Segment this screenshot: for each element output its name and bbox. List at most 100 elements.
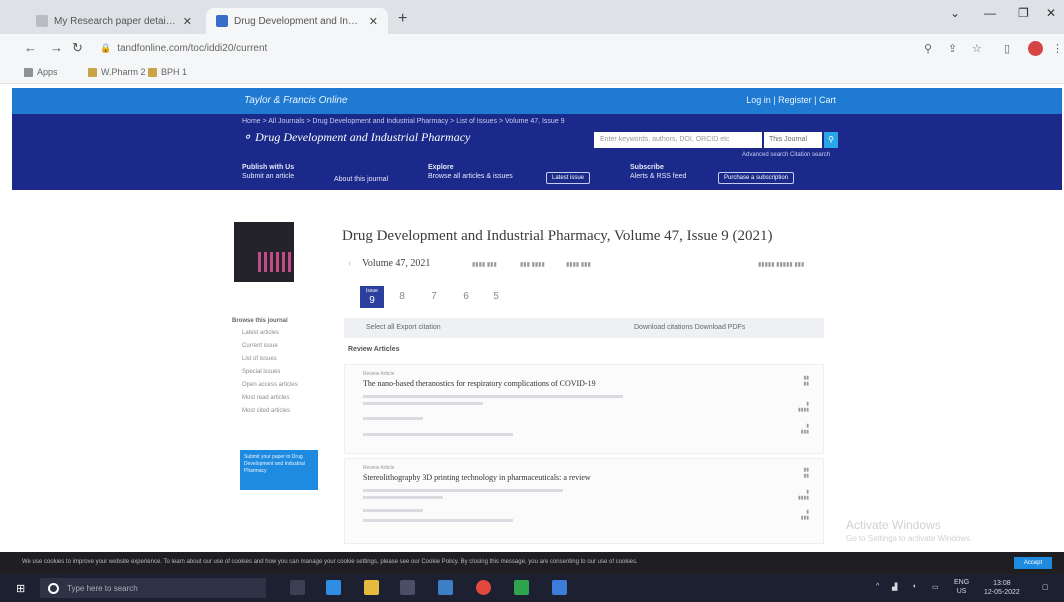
sidebar-heading: Browse this journal (232, 318, 288, 324)
word-icon[interactable] (552, 580, 567, 595)
sidebar-item-most-cited[interactable]: Most cited articles (242, 408, 298, 414)
profile-avatar[interactable] (1028, 41, 1043, 56)
reload-icon[interactable]: ↻ (72, 40, 83, 56)
address-bar[interactable]: 🔒 tandfonline.com/toc/iddi20/current (92, 38, 912, 58)
app-icon[interactable] (438, 580, 453, 595)
bookmark-label: BPH 1 (161, 67, 188, 77)
tab-drug-development[interactable]: Drug Development and Industri... ✕ (206, 8, 388, 34)
language-indicator[interactable]: ENG US (954, 578, 969, 596)
forward-icon[interactable]: → (50, 40, 63, 55)
tab-research-paper[interactable]: My Research paper details - ResuR... ✕ (26, 8, 202, 34)
bookmark-bph[interactable]: BPH 1 (148, 67, 187, 77)
nav-heading: Subscribe (630, 164, 664, 171)
chrome-icon[interactable] (476, 580, 491, 595)
article-altmetric: ▮ ▮▮▮ (800, 423, 809, 435)
sidebar-item-open-access[interactable]: Open access articles (242, 382, 298, 388)
submit-paper-promo[interactable]: Submit your paper to Drug Development an… (240, 450, 318, 490)
article-card[interactable]: Review Article Stereolithography 3D prin… (344, 458, 824, 544)
download-options[interactable]: Download citations Download PDFs (634, 324, 745, 331)
issue-tab-8[interactable]: 8 (390, 286, 414, 308)
zoom-icon[interactable]: ⚲ (924, 42, 932, 55)
article-published (363, 417, 423, 420)
folder-icon (88, 67, 97, 77)
star-icon[interactable]: ☆ (972, 42, 982, 55)
article-citations: ▮ ▮▮▮▮ (797, 401, 809, 413)
taskbar-search-placeholder: Type here to search (67, 583, 138, 593)
issue-tab-5[interactable]: 5 (484, 286, 508, 308)
sidebar-item-most-read[interactable]: Most read articles (242, 395, 298, 401)
back-icon[interactable]: ← (24, 40, 37, 55)
bookmark-label: Apps (37, 67, 58, 77)
journal-header: Home > All Journals > Drug Development a… (12, 114, 1062, 190)
apps-icon (24, 67, 33, 77)
folder-icon (148, 67, 157, 77)
url-text: tandfonline.com/toc/iddi20/current (117, 42, 268, 54)
journal-title[interactable]: ⚬ Drug Development and Industrial Pharma… (242, 130, 470, 145)
sidebar-item-list[interactable]: List of issues (242, 356, 298, 362)
sidebar-item-special[interactable]: Special issues (242, 369, 298, 375)
reading-list-icon[interactable]: ▯ (1004, 42, 1010, 55)
bookmark-apps[interactable]: Apps (24, 67, 58, 77)
issue-tab-6[interactable]: 6 (454, 286, 478, 308)
nav-link-browse[interactable]: Browse all articles & issues (428, 173, 513, 180)
bookmark-wpharm[interactable]: W.Pharm 2 (88, 67, 146, 77)
restore-button[interactable]: ❐ (1018, 6, 1029, 20)
new-tab-button[interactable]: + (398, 10, 407, 28)
edge-icon[interactable] (326, 580, 341, 595)
select-all-export[interactable]: Select all Export citation (366, 324, 441, 331)
share-icon[interactable]: ⇪ (948, 42, 957, 55)
clock[interactable]: 13:08 12-05-2022 (984, 579, 1020, 597)
taskbar-search-input[interactable]: Type here to search (40, 578, 266, 598)
menu-icon[interactable]: ⋮ (1052, 42, 1063, 55)
search-input[interactable]: Enter keywords, authors, DOI, ORCID etc (594, 132, 762, 148)
breadcrumb[interactable]: Home > All Journals > Drug Development a… (242, 118, 565, 125)
article-metrics: ▮▮ ▮▮ (803, 467, 809, 479)
nav-link-alerts[interactable]: Alerts & RSS feed (630, 173, 686, 180)
advanced-search-link[interactable]: Advanced search Citation search (742, 152, 830, 158)
network-icon[interactable]: ▟ (892, 583, 897, 591)
site-logo[interactable]: Taylor & Francis Online (244, 95, 348, 106)
issue-tab-7[interactable]: 7 (422, 286, 446, 308)
tab-favicon-icon (216, 15, 228, 27)
issue-tab-9[interactable]: Issue 9 (360, 286, 384, 308)
nav-heading: Publish with Us (242, 164, 295, 171)
tab-search-icon[interactable]: ⌄ (950, 6, 960, 20)
minimize-button[interactable]: — (984, 6, 996, 20)
article-actions[interactable] (363, 433, 513, 436)
close-tab-icon[interactable]: ✕ (369, 15, 378, 28)
tray-chevron-icon[interactable]: ^ (876, 583, 879, 590)
excel-icon[interactable] (514, 580, 529, 595)
nav-link-about[interactable]: About this journal (334, 176, 388, 183)
latest-issue-button[interactable]: Latest issue (546, 172, 591, 184)
notifications-icon[interactable]: ▢ (1042, 583, 1049, 591)
chevron-left-icon[interactable]: ‹ (348, 258, 351, 269)
journal-cover-image[interactable] (234, 222, 294, 282)
volume-meta-right: ▮▮▮▮▮ ▮▮▮▮▮ ▮▮▮ (758, 262, 805, 268)
close-tab-icon[interactable]: ✕ (183, 15, 192, 28)
article-card[interactable]: Review Article The nano-based theranosti… (344, 364, 824, 454)
article-title[interactable]: The nano-based theranostics for respirat… (363, 379, 596, 388)
task-view-icon[interactable] (290, 580, 305, 595)
article-actions[interactable] (363, 519, 513, 522)
clock-date: 12-05-2022 (984, 589, 1020, 596)
article-title[interactable]: Stereolithography 3D printing technology… (363, 473, 591, 482)
nav-link-submit[interactable]: Submit an article (242, 173, 294, 180)
nav-heading: Explore (428, 164, 454, 171)
battery-icon[interactable]: ▭ (932, 583, 939, 591)
article-pages (363, 496, 443, 499)
purchase-subscription-button[interactable]: Purchase a subscription (718, 172, 795, 184)
sidebar-item-current[interactable]: Current issue (242, 343, 298, 349)
file-explorer-icon[interactable] (364, 580, 379, 595)
volume-icon[interactable]: ◖ (912, 583, 916, 590)
journal-sidebar: Browse this journal Latest articles Curr… (232, 318, 298, 421)
sidebar-item-latest[interactable]: Latest articles (242, 330, 298, 336)
search-button[interactable]: ⚲ (824, 132, 838, 148)
windows-start-icon[interactable]: ⊞ (16, 582, 25, 595)
search-scope-select[interactable]: This Journal (764, 132, 822, 148)
volume-label[interactable]: Volume 47, 2021 (362, 258, 430, 269)
nav-about: About this journal (334, 176, 388, 183)
accept-cookies-button[interactable]: Accept (1014, 557, 1052, 569)
store-icon[interactable] (400, 580, 415, 595)
account-links[interactable]: Log in | Register | Cart (746, 95, 836, 105)
close-window-button[interactable]: ✕ (1046, 6, 1056, 20)
